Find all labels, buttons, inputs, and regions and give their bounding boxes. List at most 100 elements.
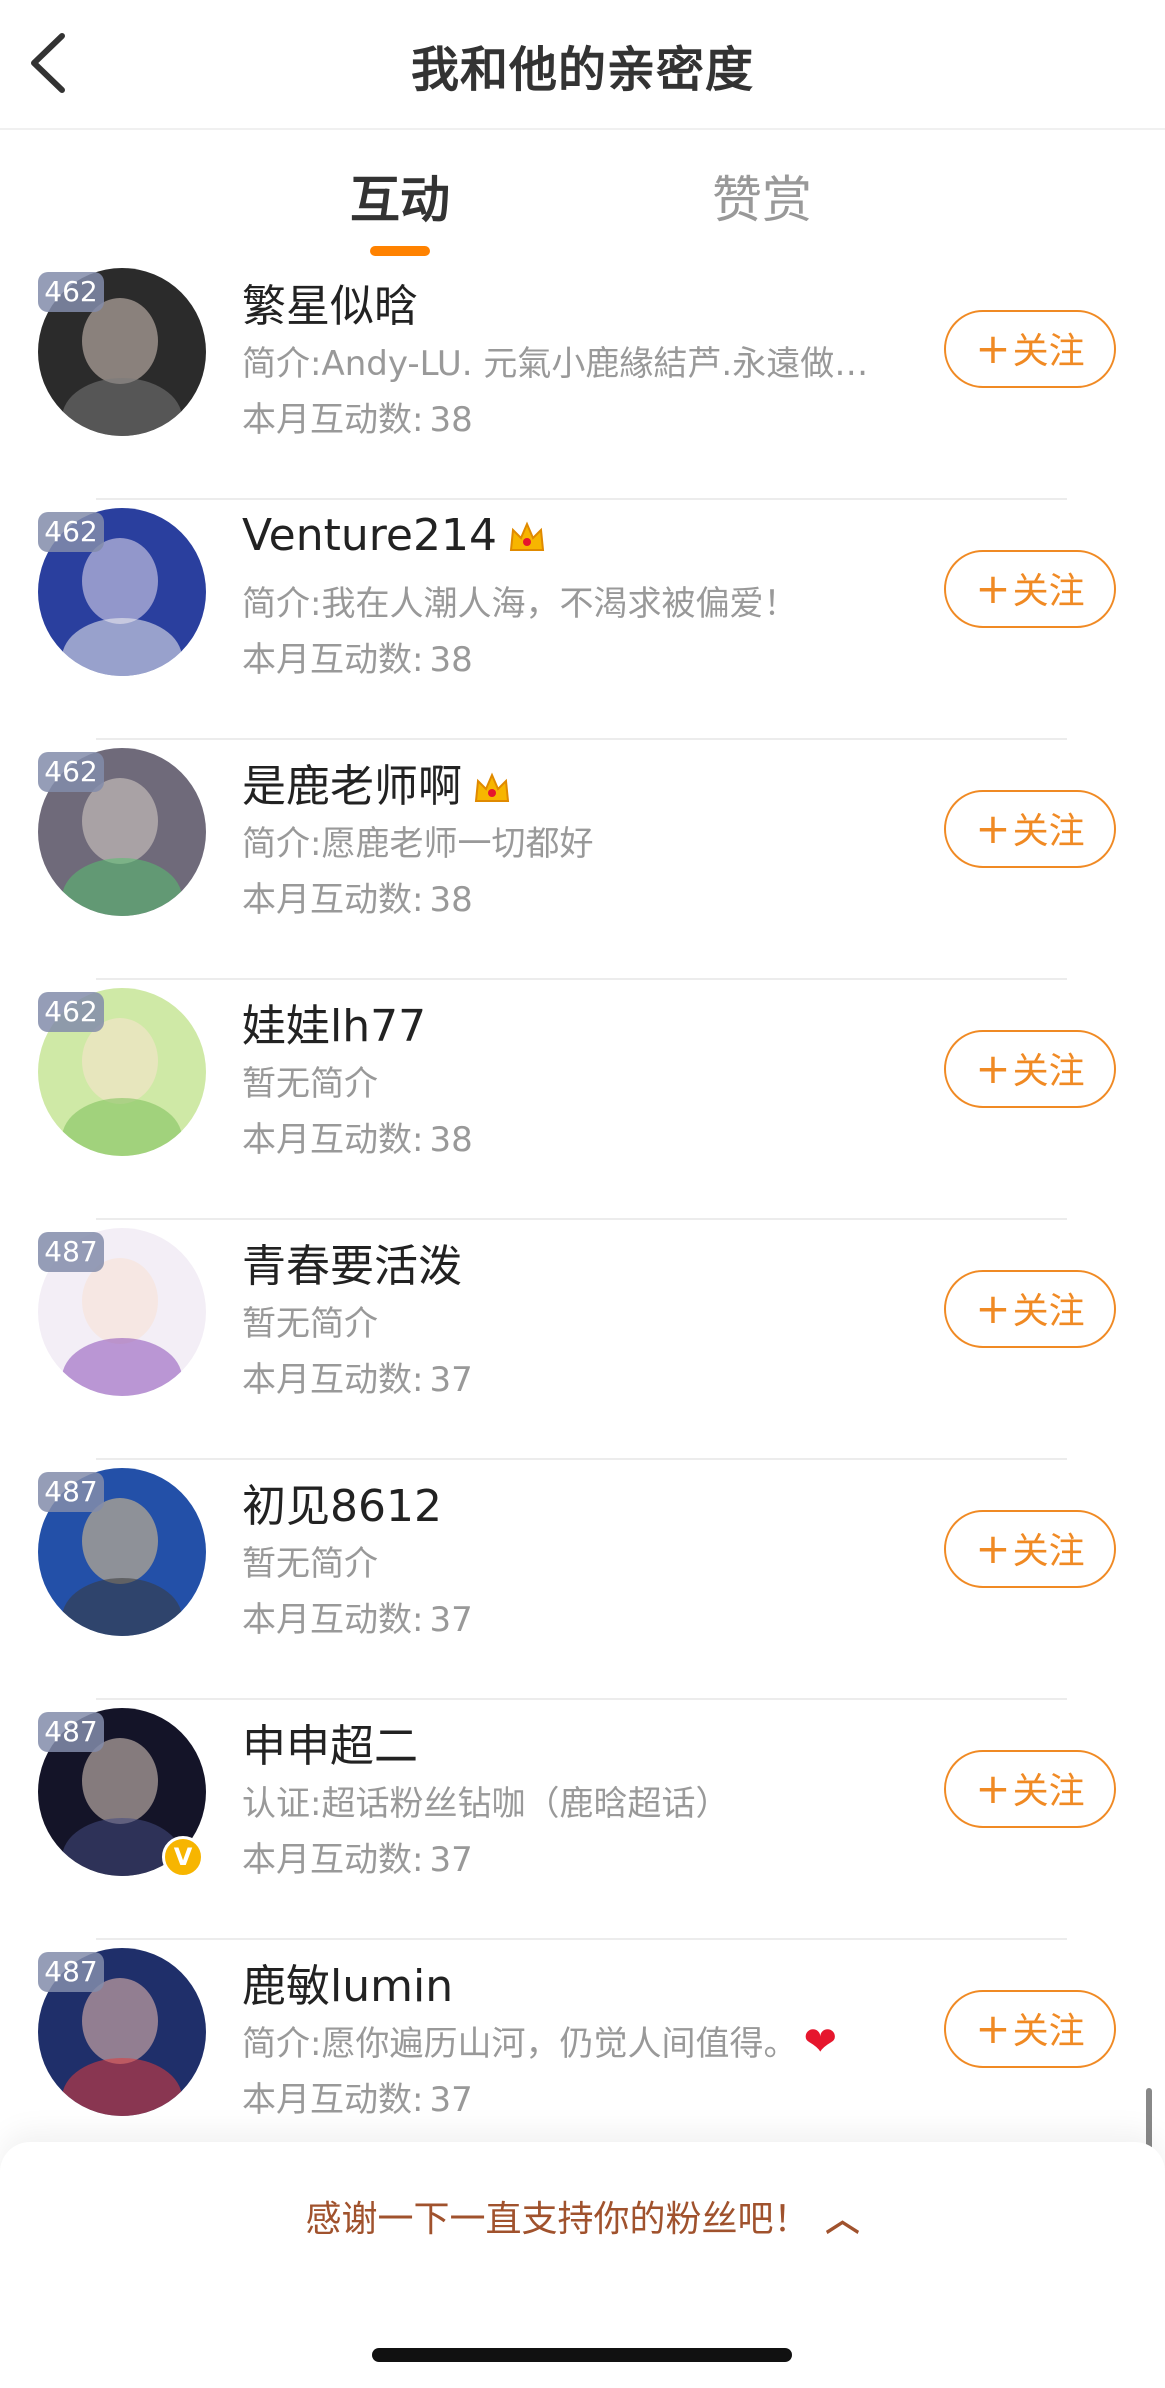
avatar-body (62, 1338, 182, 1396)
crown-icon (509, 521, 545, 551)
level-badge: 462 (38, 752, 104, 792)
follow-button[interactable]: +关注 (944, 1270, 1116, 1348)
user-name[interactable]: Venture214 (242, 510, 547, 561)
follow-button[interactable]: +关注 (944, 550, 1116, 628)
interaction-count: 本月互动数: 37 (242, 2072, 473, 2121)
avatar-body (62, 1578, 182, 1636)
user-bio: 暂无简介 (242, 1544, 378, 1584)
list-item[interactable]: 462 Venture214 简介:我在人潮人海，不渴求被偏爱！ 本月互动数: 3… (0, 500, 1165, 740)
interaction-count-value: 37 (429, 1840, 473, 1880)
verified-icon: V (162, 1836, 204, 1878)
interaction-count: 本月互动数: 38 (242, 1112, 473, 1161)
level-badge: 487 (38, 1232, 104, 1272)
plus-icon: + (975, 2004, 1011, 2053)
interaction-count: 本月互动数: 37 (242, 1592, 473, 1641)
tab-interaction[interactable]: 互动 (350, 160, 450, 232)
plus-icon: + (975, 1764, 1011, 1813)
follow-button[interactable]: +关注 (944, 310, 1116, 388)
follow-button[interactable]: +关注 (944, 1750, 1116, 1828)
avatar-body (62, 858, 182, 916)
user-bio-text: 简介:愿你遍历山河，仍觉人间值得。 (242, 2024, 798, 2064)
plus-icon: + (975, 1524, 1011, 1573)
interaction-count-label: 本月互动数: (242, 880, 424, 920)
user-name-text: 是鹿老师啊 (242, 761, 462, 812)
interaction-count: 本月互动数: 38 (242, 392, 473, 441)
interaction-count-label: 本月互动数: (242, 1840, 424, 1880)
follow-button[interactable]: +关注 (944, 1510, 1116, 1588)
follow-label: 关注 (1012, 2011, 1085, 2052)
chevron-up-icon: ︿ (825, 2200, 860, 2240)
interaction-count-label: 本月互动数: (242, 1360, 424, 1400)
follow-button[interactable]: +关注 (944, 1030, 1116, 1108)
level-badge: 462 (38, 512, 104, 552)
user-name[interactable]: 娃娃lh77 (242, 990, 426, 1054)
interaction-count-label: 本月互动数: (242, 400, 424, 440)
follow-label: 关注 (1012, 1051, 1085, 1092)
user-bio: 简介:愿鹿老师一切都好 (242, 824, 594, 864)
nav-bar: 我和他的亲密度 (0, 0, 1165, 130)
avatar-body (62, 1098, 182, 1156)
follow-label: 关注 (1012, 1771, 1085, 1812)
user-name[interactable]: 初见8612 (242, 1470, 442, 1534)
plus-icon: + (975, 1044, 1011, 1093)
plus-icon: + (975, 804, 1011, 853)
user-name[interactable]: 鹿敏lumin (242, 1950, 453, 2014)
user-name-text: 鹿敏lumin (242, 1961, 454, 2012)
avatar-body (62, 2058, 182, 2116)
user-name[interactable]: 申申超二 (242, 1710, 418, 1774)
plus-icon: + (975, 324, 1011, 373)
interaction-count-value: 38 (429, 400, 473, 440)
interaction-count-value: 38 (429, 1120, 473, 1160)
interaction-count-label: 本月互动数: (242, 640, 424, 680)
user-name-text: Venture214 (242, 510, 497, 561)
user-name-text: 娃娃lh77 (242, 1001, 427, 1052)
interaction-count-label: 本月互动数: (242, 1600, 424, 1640)
follow-label: 关注 (1012, 1531, 1085, 1572)
level-badge: 487 (38, 1712, 104, 1752)
interaction-count: 本月互动数: 37 (242, 1352, 473, 1401)
follow-label: 关注 (1012, 811, 1085, 852)
interaction-count-value: 37 (429, 1600, 473, 1640)
user-bio: 暂无简介 (242, 1304, 378, 1344)
follow-button[interactable]: +关注 (944, 1990, 1116, 2068)
interaction-count-value: 38 (429, 880, 473, 920)
follow-label: 关注 (1012, 571, 1085, 612)
active-tab-indicator (370, 246, 430, 256)
interaction-count-label: 本月互动数: (242, 1120, 424, 1160)
user-name-text: 青春要活泼 (242, 1241, 462, 1292)
list-item[interactable]: 462 繁星似晗 简介:Andy-LU. 元氣小鹿緣結芦.永遠做… 本月互动数:… (0, 260, 1165, 500)
page-title: 我和他的亲密度 (410, 42, 754, 98)
user-bio: 简介:Andy-LU. 元氣小鹿緣結芦.永遠做… (242, 344, 869, 384)
user-name[interactable]: 是鹿老师啊 (242, 750, 512, 814)
user-name[interactable]: 青春要活泼 (242, 1230, 462, 1294)
level-badge: 462 (38, 272, 104, 312)
interaction-count-value: 37 (429, 2080, 473, 2120)
level-badge: 462 (38, 992, 104, 1032)
list-item[interactable]: 487 初见8612 暂无简介 本月互动数: 37 +关注 (0, 1460, 1165, 1700)
interaction-count-value: 37 (429, 1360, 473, 1400)
user-bio: 认证:超话粉丝钻咖（鹿晗超话） (242, 1784, 730, 1824)
interaction-count-value: 38 (429, 640, 473, 680)
avatar-body (62, 378, 182, 436)
interaction-count-label: 本月互动数: (242, 2080, 424, 2120)
list-item[interactable]: 487 V 申申超二 认证:超话粉丝钻咖（鹿晗超话） 本月互动数: 37 +关注 (0, 1700, 1165, 1940)
thanks-text: 感谢一下一直支持你的粉丝吧！ (305, 2199, 810, 2240)
heart-icon: ❤ (803, 2019, 837, 2065)
plus-icon: + (975, 564, 1011, 613)
user-bio: 简介:愿你遍历山河，仍觉人间值得。 ❤ (242, 2016, 902, 2065)
avatar-body (62, 618, 182, 676)
list-item[interactable]: 487 青春要活泼 暂无简介 本月互动数: 37 +关注 (0, 1220, 1165, 1460)
user-name-text: 繁星似晗 (242, 281, 418, 332)
follow-button[interactable]: +关注 (944, 790, 1116, 868)
user-name[interactable]: 繁星似晗 (242, 270, 418, 334)
tab-reward[interactable]: 赞赏 (712, 160, 812, 232)
interaction-count: 本月互动数: 38 (242, 872, 473, 921)
thanks-prompt[interactable]: 感谢一下一直支持你的粉丝吧！ ︿ (0, 2190, 1165, 2242)
home-indicator[interactable] (372, 2348, 792, 2362)
list-item[interactable]: 462 是鹿老师啊 简介:愿鹿老师一切都好 本月互动数: 38 +关注 (0, 740, 1165, 980)
level-badge: 487 (38, 1952, 104, 1992)
follow-label: 关注 (1012, 1291, 1085, 1332)
list-item[interactable]: 462 娃娃lh77 暂无简介 本月互动数: 38 +关注 (0, 980, 1165, 1220)
plus-icon: + (975, 1284, 1011, 1333)
level-badge: 487 (38, 1472, 104, 1512)
